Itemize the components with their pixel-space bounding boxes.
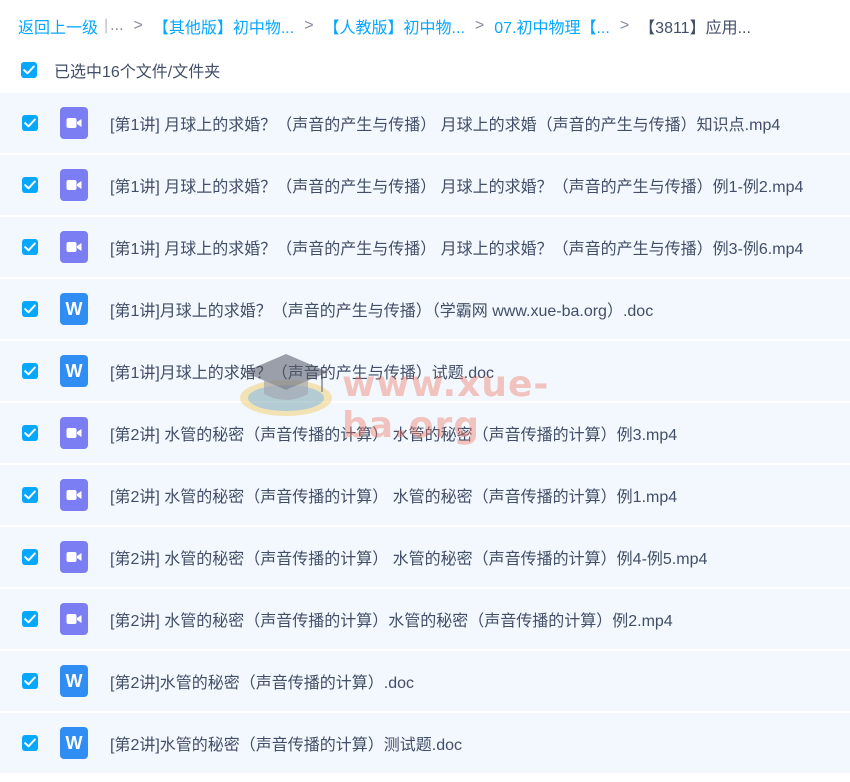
video-icon bbox=[60, 417, 88, 449]
file-name[interactable]: [第2讲]水管的秘密（声音传播的计算）.doc bbox=[110, 669, 414, 693]
checkmark-icon bbox=[24, 180, 36, 190]
file-row[interactable]: W [第2讲]水管的秘密（声音传播的计算）测试题.doc bbox=[0, 713, 850, 775]
file-checkbox[interactable] bbox=[22, 487, 38, 503]
checkmark-icon bbox=[24, 738, 36, 748]
breadcrumb-item-physics[interactable]: 07.初中物理【... bbox=[494, 14, 610, 38]
breadcrumb-ellipsis[interactable]: ... bbox=[110, 17, 123, 35]
video-icon bbox=[60, 541, 88, 573]
file-row[interactable]: [第2讲] 水管的秘密（声音传播的计算） 水管的秘密（声音传播的计算）例3.mp… bbox=[0, 403, 850, 465]
file-checkbox[interactable] bbox=[22, 239, 38, 255]
checkmark-icon bbox=[24, 490, 36, 500]
word-icon: W bbox=[60, 665, 88, 697]
breadcrumb-divider: | bbox=[104, 17, 109, 34]
checkmark-icon bbox=[23, 65, 35, 75]
file-name[interactable]: [第2讲] 水管的秘密（声音传播的计算） 水管的秘密（声音传播的计算）例3.mp… bbox=[110, 421, 677, 445]
back-link[interactable]: 返回上一级 bbox=[18, 14, 98, 38]
breadcrumb: 返回上一级 | ... > 【其他版】初中物... > 【人教版】初中物... … bbox=[18, 14, 751, 38]
file-row[interactable]: W [第1讲]月球上的求婚？（声音的产生与传播）（学霸网 www.xue-ba.o… bbox=[0, 279, 850, 341]
word-icon: W bbox=[60, 293, 88, 325]
breadcrumb-item-pep-edition[interactable]: 【人教版】初中物... bbox=[324, 14, 465, 38]
checkmark-icon bbox=[24, 614, 36, 624]
video-icon bbox=[60, 107, 88, 139]
file-checkbox[interactable] bbox=[22, 673, 38, 689]
file-row[interactable]: W [第2讲]水管的秘密（声音传播的计算）.doc bbox=[0, 651, 850, 713]
file-name[interactable]: [第2讲]水管的秘密（声音传播的计算）测试题.doc bbox=[110, 731, 462, 755]
file-browser: 返回上一级 | ... > 【其他版】初中物... > 【人教版】初中物... … bbox=[0, 0, 850, 782]
breadcrumb-separator: > bbox=[304, 17, 314, 34]
file-row[interactable]: W [第1讲]月球上的求婚？（声音的产生与传播）试题.doc bbox=[0, 341, 850, 403]
word-icon: W bbox=[60, 355, 88, 387]
file-checkbox[interactable] bbox=[22, 301, 38, 317]
file-name[interactable]: [第1讲]月球上的求婚？（声音的产生与传播）（学霸网 www.xue-ba.or… bbox=[110, 297, 653, 321]
checkmark-icon bbox=[24, 552, 36, 562]
breadcrumb-current: 【3811】应用... bbox=[639, 20, 751, 37]
breadcrumb-separator: > bbox=[619, 17, 630, 34]
video-icon bbox=[60, 169, 88, 201]
file-name[interactable]: [第1讲] 月球上的求婚？（声音的产生与传播） 月球上的求婚？（声音的产生与传播… bbox=[110, 173, 803, 197]
breadcrumb-item-other-edition[interactable]: 【其他版】初中物... bbox=[153, 14, 294, 38]
file-checkbox[interactable] bbox=[22, 611, 38, 627]
video-icon bbox=[60, 603, 88, 635]
checkmark-icon bbox=[24, 676, 36, 686]
file-checkbox[interactable] bbox=[22, 735, 38, 751]
file-name[interactable]: [第1讲] 月球上的求婚？（声音的产生与传播） 月球上的求婚？（声音的产生与传播… bbox=[110, 235, 803, 259]
file-checkbox[interactable] bbox=[22, 363, 38, 379]
selection-bar: 已选中16个文件/文件夹 bbox=[21, 59, 220, 81]
checkmark-icon bbox=[24, 242, 36, 252]
checkmark-icon bbox=[24, 366, 36, 376]
video-icon bbox=[60, 479, 88, 511]
selection-count: 已选中16个文件/文件夹 bbox=[54, 64, 221, 81]
file-checkbox[interactable] bbox=[22, 177, 38, 193]
file-name[interactable]: [第2讲] 水管的秘密（声音传播的计算） 水管的秘密（声音传播的计算）例1.mp… bbox=[110, 483, 677, 507]
breadcrumb-separator: > bbox=[133, 17, 143, 34]
file-name[interactable]: [第2讲] 水管的秘密（声音传播的计算）水管的秘密（声音传播的计算）例2.mp4 bbox=[110, 607, 673, 631]
file-name[interactable]: [第1讲]月球上的求婚？（声音的产生与传播）试题.doc bbox=[110, 359, 494, 383]
breadcrumb-separator: > bbox=[474, 17, 485, 34]
file-name[interactable]: [第2讲] 水管的秘密（声音传播的计算） 水管的秘密（声音传播的计算）例4-例5… bbox=[110, 545, 707, 569]
file-row[interactable]: [第1讲] 月球上的求婚？（声音的产生与传播） 月球上的求婚？（声音的产生与传播… bbox=[0, 155, 850, 217]
file-list: [第1讲] 月球上的求婚？（声音的产生与传播） 月球上的求婚（声音的产生与传播）… bbox=[0, 93, 850, 775]
file-checkbox[interactable] bbox=[22, 425, 38, 441]
file-row[interactable]: [第1讲] 月球上的求婚？（声音的产生与传播） 月球上的求婚？（声音的产生与传播… bbox=[0, 217, 850, 279]
file-name[interactable]: [第1讲] 月球上的求婚？（声音的产生与传播） 月球上的求婚（声音的产生与传播）… bbox=[110, 111, 780, 135]
checkmark-icon bbox=[24, 118, 36, 128]
file-checkbox[interactable] bbox=[22, 115, 38, 131]
file-checkbox[interactable] bbox=[22, 549, 38, 565]
word-icon: W bbox=[60, 727, 88, 759]
checkmark-icon bbox=[24, 428, 36, 438]
video-icon bbox=[60, 231, 88, 263]
select-all-checkbox[interactable] bbox=[21, 62, 37, 78]
file-row[interactable]: [第2讲] 水管的秘密（声音传播的计算） 水管的秘密（声音传播的计算）例4-例5… bbox=[0, 527, 850, 589]
checkmark-icon bbox=[24, 304, 36, 314]
file-row[interactable]: [第2讲] 水管的秘密（声音传播的计算） 水管的秘密（声音传播的计算）例1.mp… bbox=[0, 465, 850, 527]
file-row[interactable]: [第2讲] 水管的秘密（声音传播的计算）水管的秘密（声音传播的计算）例2.mp4 bbox=[0, 589, 850, 651]
file-row[interactable]: [第1讲] 月球上的求婚？（声音的产生与传播） 月球上的求婚（声音的产生与传播）… bbox=[0, 93, 850, 155]
